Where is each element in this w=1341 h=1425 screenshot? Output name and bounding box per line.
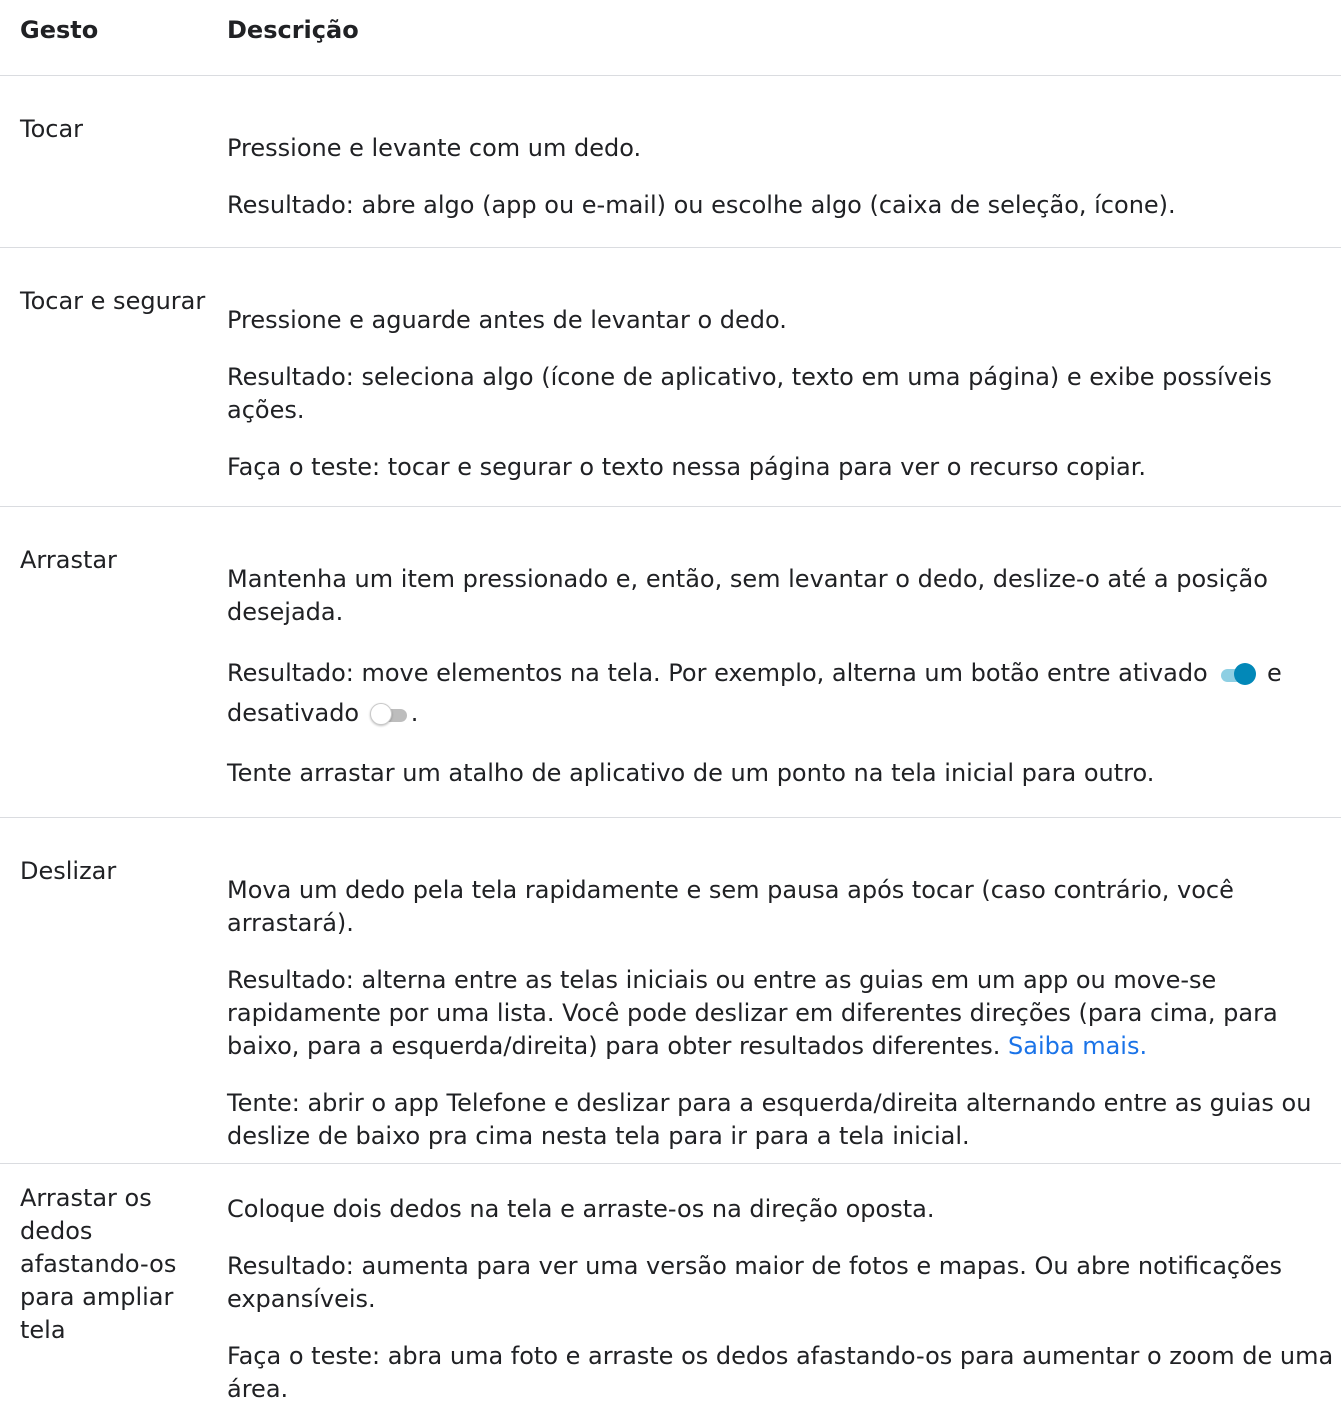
try-paragraph: Tente arrastar um atalho de aplicativo d… <box>227 759 1155 787</box>
result-paragraph: Resultado: aumenta para ver uma versão m… <box>227 1252 1283 1313</box>
try-paragraph: Faça o teste: tocar e segurar o texto ne… <box>227 453 1146 481</box>
toggle-on-icon <box>1217 662 1257 686</box>
learn-more-link[interactable]: Saiba mais. <box>1008 1032 1147 1060</box>
gesture-name: Arrastar os dedos afastando-os para ampl… <box>20 1184 177 1344</box>
result-text-start: Resultado: move elementos na tela. Por e… <box>227 659 1208 687</box>
gesture-description: Coloque dois dedos na tela e arraste-os … <box>227 1164 1341 1424</box>
description-paragraph: Pressione e aguarde antes de levantar o … <box>227 306 787 334</box>
gesture-description: Pressione e levante com um dedo. Resulta… <box>227 76 1341 247</box>
gesture-description: Pressione e aguarde antes de levantar o … <box>227 248 1341 506</box>
toggle-off-icon <box>369 702 409 726</box>
table-row-drag: Arrastar Mantenha um item pressionado e,… <box>0 507 1341 818</box>
table-row-tap: Tocar Pressione e levante com um dedo. R… <box>0 76 1341 248</box>
result-paragraph: Resultado: move elementos na tela. Por e… <box>227 653 1341 733</box>
description-paragraph: Coloque dois dedos na tela e arraste-os … <box>227 1195 935 1223</box>
header-gesture: Gesto <box>20 16 99 44</box>
try-paragraph: Tente: abrir o app Telefone e deslizar p… <box>227 1089 1312 1150</box>
table-row-swipe: Deslizar Mova um dedo pela tela rapidame… <box>0 818 1341 1164</box>
try-paragraph: Faça o teste: abra uma foto e arraste os… <box>227 1342 1334 1403</box>
description-paragraph: Pressione e levante com um dedo. <box>227 134 642 162</box>
gesture-description: Mantenha um item pressionado e, então, s… <box>227 507 1341 817</box>
description-paragraph: Mova um dedo pela tela rapidamente e sem… <box>227 876 1234 937</box>
description-paragraph: Mantenha um item pressionado e, então, s… <box>227 565 1268 626</box>
gesture-name: Deslizar <box>20 857 117 885</box>
table-row-pinch-open: Arrastar os dedos afastando-os para ampl… <box>0 1164 1341 1424</box>
gesture-name: Tocar e segurar <box>20 287 206 315</box>
table-header: Gesto Descrição <box>0 0 1341 76</box>
result-paragraph: Resultado: alterna entre as telas inicia… <box>227 964 1341 1063</box>
result-paragraph: Resultado: abre algo (app ou e-mail) ou … <box>227 191 1176 219</box>
gesture-name: Arrastar <box>20 546 117 574</box>
gesture-description: Mova um dedo pela tela rapidamente e sem… <box>227 818 1341 1163</box>
gestures-table: Gesto Descrição Tocar Pressione e levant… <box>0 0 1341 1424</box>
result-text-end: . <box>410 699 419 727</box>
table-row-touch-and-hold: Tocar e segurar Pressione e aguarde ante… <box>0 248 1341 507</box>
result-paragraph: Resultado: seleciona algo (ícone de apli… <box>227 363 1272 424</box>
gesture-name: Tocar <box>20 115 84 143</box>
header-description: Descrição <box>227 16 359 44</box>
